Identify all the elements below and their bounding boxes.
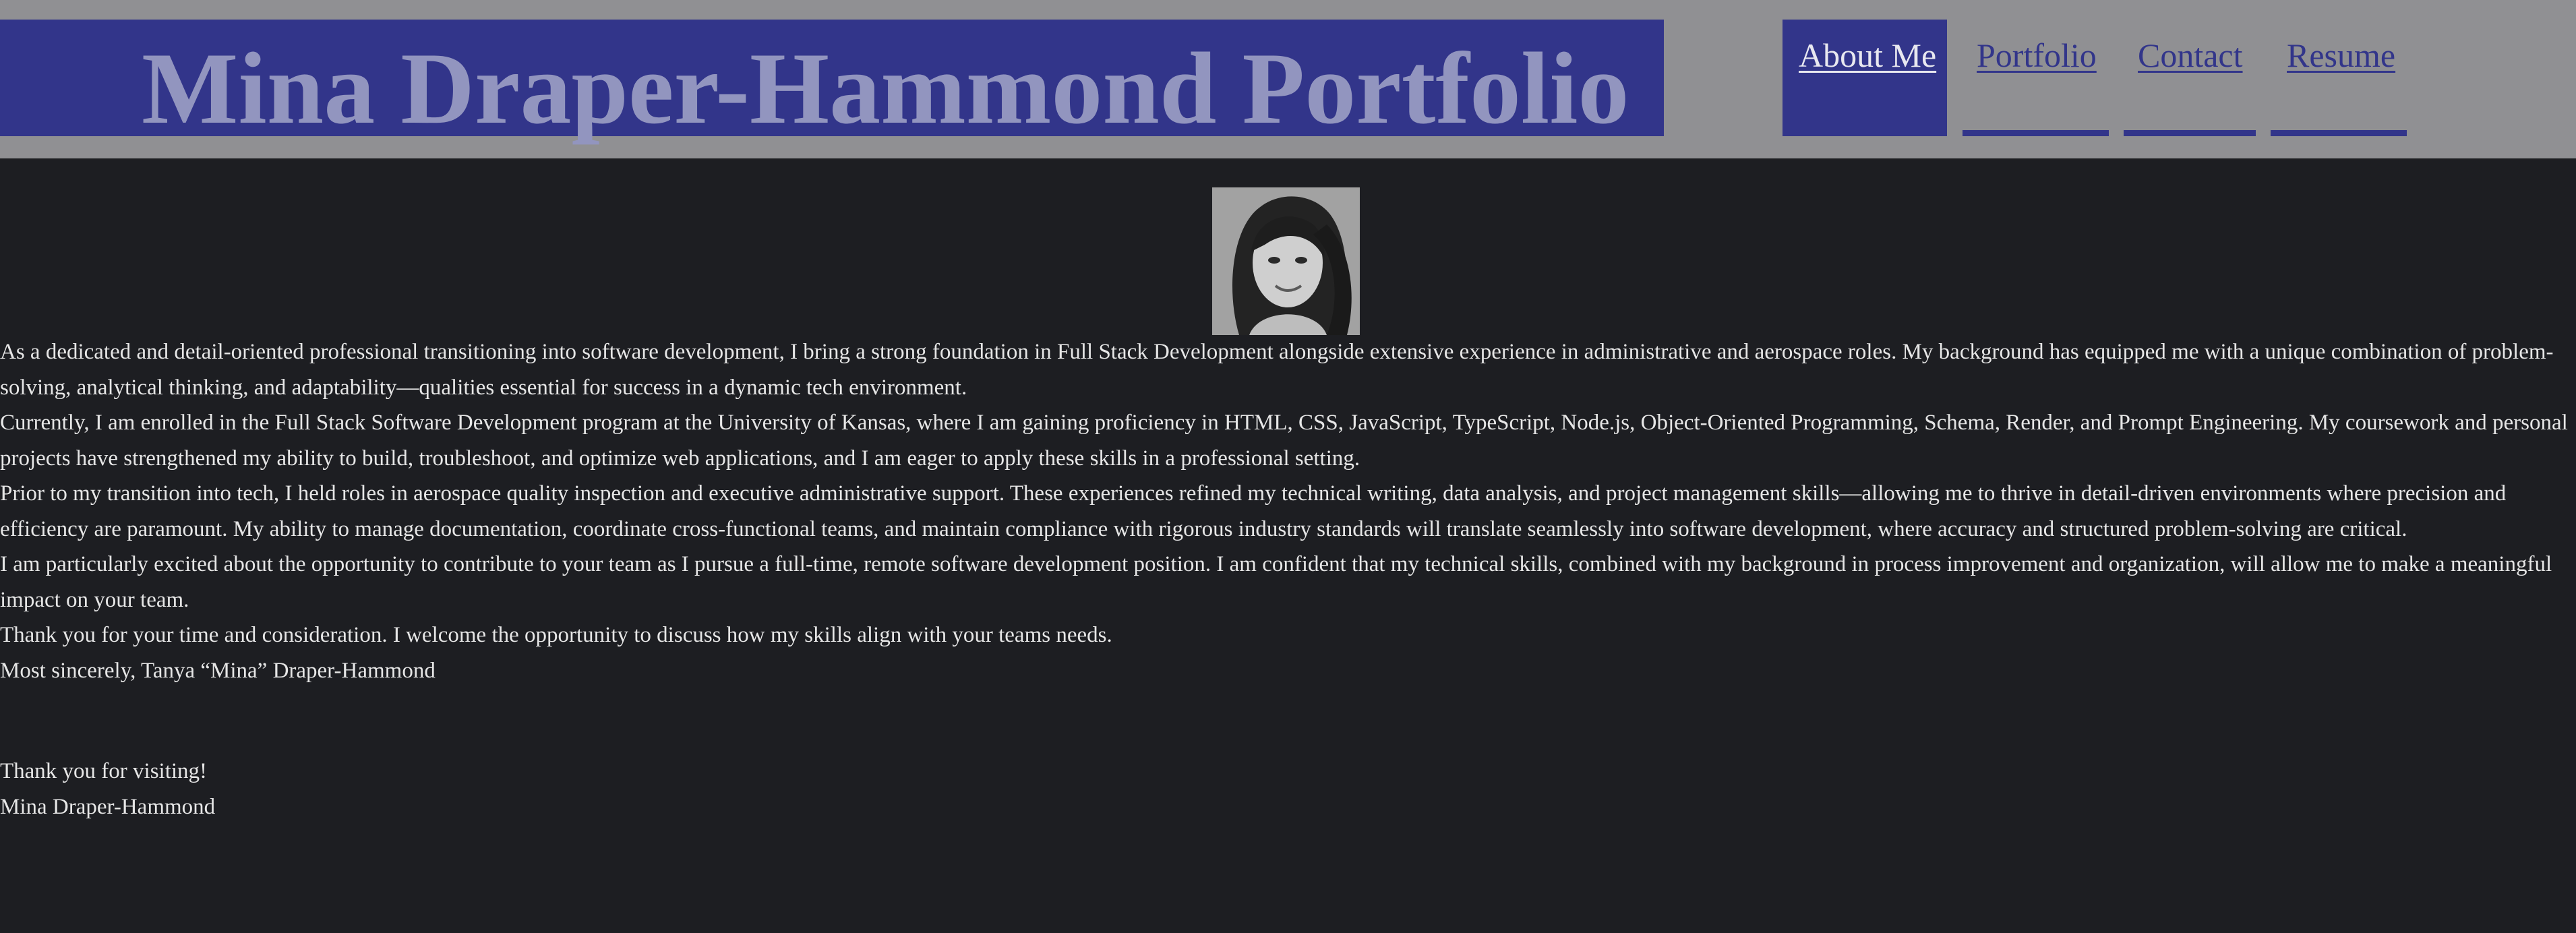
site-header: Mina Draper-Hammond Portfolio About Me P… (0, 0, 2576, 158)
title-banner: Mina Draper-Hammond Portfolio (0, 20, 1664, 145)
about-paragraph: Thank you for your time and consideratio… (0, 623, 1112, 647)
portrait-image (1212, 187, 1360, 335)
nav-underline (2271, 130, 2407, 136)
about-paragraph: I am particularly excited about the oppo… (0, 552, 2552, 612)
about-paragraph: Currently, I am enrolled in the Full Sta… (0, 411, 2568, 471)
closing-text: Thank you for visiting! (0, 759, 208, 783)
about-paragraph: Most sincerely, Tanya “Mina” Draper-Hamm… (0, 658, 436, 683)
nav-link-portfolio[interactable]: Portfolio (1977, 30, 2097, 80)
about-paragraph: As a dedicated and detail-oriented profe… (0, 340, 2554, 400)
nav-item-about-me[interactable]: About Me (1783, 20, 1947, 136)
signature-text: Mina Draper-Hammond (0, 794, 216, 819)
nav-item-contact[interactable]: Contact (2124, 20, 2256, 136)
nav-item-portfolio[interactable]: Portfolio (1963, 20, 2109, 136)
nav-underline (1963, 130, 2109, 136)
about-paragraph: Prior to my transition into tech, I held… (0, 481, 2507, 541)
profile-photo (1212, 187, 1360, 335)
nav-link-contact[interactable]: Contact (2138, 30, 2243, 80)
nav-link-about-me[interactable]: About Me (1799, 30, 1936, 80)
nav-item-resume[interactable]: Resume (2271, 20, 2407, 136)
nav-link-resume[interactable]: Resume (2287, 30, 2395, 80)
page-title: Mina Draper-Hammond Portfolio (142, 32, 1629, 145)
about-content: As a dedicated and detail-oriented profe… (0, 334, 2576, 824)
nav-underline (2124, 130, 2256, 136)
